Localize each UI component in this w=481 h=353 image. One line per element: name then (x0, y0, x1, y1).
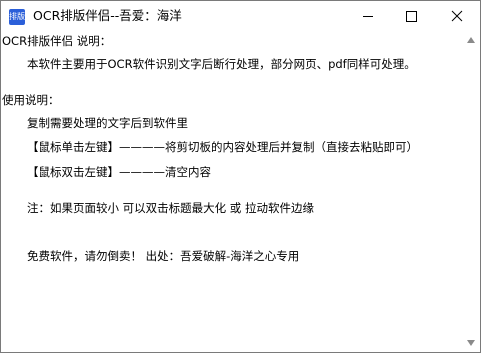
intro-text: 本软件主要用于OCR软件识别文字后断行处理，部分网页、pdf同样可处理。 (27, 57, 416, 71)
close-button[interactable] (434, 1, 480, 31)
footer-text: 免费软件，请勿倒卖！ 出处：吾爱破解-海洋之心专用 (27, 249, 300, 263)
intro-heading: OCR排版伴侣 说明： (2, 34, 112, 48)
maximize-icon (406, 11, 417, 22)
usage-heading: 使用说明： (2, 93, 60, 107)
chevron-up-icon[interactable] (467, 37, 475, 43)
maximize-button[interactable] (388, 1, 434, 31)
usage-double-click: 【鼠标双击左键】————清空内容 (27, 165, 211, 179)
minimize-icon (363, 16, 373, 17)
vertical-scrollbar[interactable] (463, 31, 480, 352)
note-text: 注：如果页面较小 可以双击标题最大化 或 拉动软件边缘 (27, 201, 314, 215)
chevron-down-icon[interactable] (467, 340, 475, 346)
text-area[interactable]: OCR排版伴侣 说明： 本软件主要用于OCR软件识别文字后断行处理，部分网页、p… (1, 31, 463, 352)
close-icon (451, 10, 463, 22)
title-bar[interactable]: 排版 OCR排版伴侣--吾爱：海洋 (1, 1, 480, 31)
app-icon[interactable]: 排版 (9, 9, 25, 25)
usage-step-copy: 复制需要处理的文字后到软件里 (27, 116, 188, 130)
window-title: OCR排版伴侣--吾爱：海洋 (33, 8, 182, 23)
app-window: 排版 OCR排版伴侣--吾爱：海洋 OCR排版伴侣 说明： 本软件主要用于OCR… (0, 0, 481, 353)
minimize-button[interactable] (344, 1, 390, 31)
usage-single-click: 【鼠标单击左键】————将剪切板的内容处理后并复制（直接去粘贴即可） (27, 140, 418, 154)
